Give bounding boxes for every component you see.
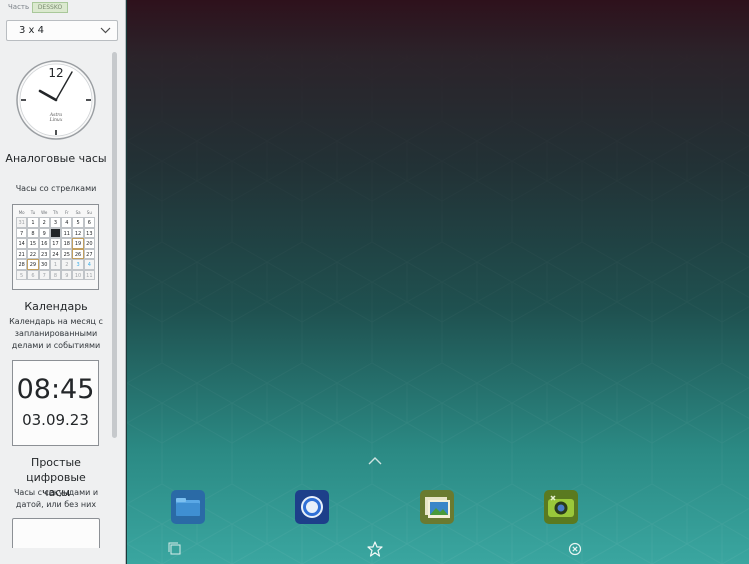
calendar-day: 7 [38, 269, 50, 280]
calendar-day: 20 [83, 238, 95, 249]
calendar-day: 30 [38, 259, 50, 270]
calendar-weekday: Sa [75, 210, 81, 215]
hint-badge: DESSKO [32, 2, 68, 13]
calendar-day: 4 [83, 259, 95, 270]
calendar-weekday: Tu [30, 210, 36, 215]
widget-preview-next[interactable] [12, 518, 100, 548]
calendar-weekday: Fr [64, 210, 69, 215]
widget-title-analog-clock: Аналоговые часы [5, 152, 107, 165]
favorites-star-icon[interactable] [367, 541, 383, 557]
panel-scrollbar[interactable] [112, 52, 117, 438]
wallpaper-pattern [127, 0, 749, 564]
calendar-day: 11 [61, 227, 73, 238]
calendar-weekday-header: Mo Tu We Th Fr Sa Su [16, 208, 95, 217]
digital-clock-preview: 08:45 03.09.23 [12, 360, 99, 446]
expand-up-icon[interactable] [367, 455, 383, 467]
calendar-weekday: Th [53, 210, 58, 215]
calendar-day: 10 [72, 269, 84, 280]
analog-clock-preview: 12 Astra Linux [16, 60, 96, 140]
calendar-day: 29 [27, 259, 39, 270]
widget-desc-analog-clock: Часы со стрелками [15, 184, 97, 193]
digital-clock-date: 03.09.23 [22, 411, 89, 429]
calendar-day: 14 [16, 238, 28, 249]
calendar-day: 8 [49, 269, 62, 280]
widget-title-calendar: Календарь [24, 300, 88, 313]
chevron-down-icon [100, 27, 111, 34]
calendar-day: 22 [27, 248, 39, 259]
calendar-weekday: We [41, 210, 48, 215]
clock-brand-line2: Linux [49, 117, 63, 123]
calendar-day: 25 [61, 248, 73, 259]
calendar-day: 6 [27, 269, 39, 280]
calendar-day: 5 [72, 217, 84, 228]
calendar-day: 7 [16, 227, 28, 238]
calendar-day: 2 [38, 217, 50, 228]
calendar-day: 23 [38, 248, 50, 259]
calendar-weekday: Su [86, 210, 92, 215]
browser-icon[interactable] [294, 489, 330, 525]
widget-desc-digital-clock: Часы с секундами и датой, или без них [13, 488, 99, 509]
calendar-weekday: Mo [18, 210, 25, 215]
calendar-day: 27 [83, 248, 95, 259]
image-viewer-icon[interactable] [419, 489, 455, 525]
calendar-day: 3 [49, 217, 62, 228]
calendar-day: 21 [16, 248, 28, 259]
file-manager-icon[interactable] [170, 489, 206, 525]
camera-icon[interactable] [543, 489, 579, 525]
calendar-day: 19 [72, 238, 84, 249]
clock-numeral: 12 [48, 66, 63, 80]
hint-label: Часть [8, 3, 30, 11]
calendar-day: 2 [61, 259, 73, 270]
calendar-day: 10 [49, 227, 62, 238]
calendar-day: 5 [16, 269, 28, 280]
calendar-day-grid: 31 1 2 3 4 5 6 7 8 9 10 11 12 13 14 15 16 17 18 19 20 21 22 23 2… [16, 217, 95, 280]
calendar-day: 15 [27, 238, 39, 249]
calendar-day: 1 [49, 259, 62, 270]
calendar-day: 17 [49, 238, 62, 249]
calendar-day: 3 [72, 259, 84, 270]
grid-size-select[interactable]: 3 x 4 [6, 20, 118, 41]
grid-size-value: 3 x 4 [19, 25, 44, 36]
desktop-area[interactable] [127, 0, 749, 564]
calendar-day: 6 [83, 217, 95, 228]
calendar-day: 31 [16, 217, 28, 228]
panel-header: Часть DESSKO [0, 0, 126, 16]
calendar-day: 12 [72, 227, 84, 238]
calendar-day: 18 [61, 238, 73, 249]
calendar-day: 9 [61, 269, 73, 280]
calendar-day: 9 [38, 227, 50, 238]
calendar-day: 11 [83, 269, 95, 280]
calendar-day: 28 [16, 259, 28, 270]
calendar-day: 13 [83, 227, 95, 238]
calendar-day: 4 [61, 217, 73, 228]
multitask-icon[interactable] [167, 541, 183, 557]
close-circle-icon[interactable] [567, 541, 583, 557]
calendar-preview: Mo Tu We Th Fr Sa Su 31 1 2 3 4 5 6 7 8 9 10 11 12 13 14 15 16… [12, 204, 99, 290]
calendar-day: 24 [49, 248, 62, 259]
calendar-day: 1 [27, 217, 39, 228]
digital-clock-time: 08:45 [16, 374, 95, 405]
calendar-day: 26 [72, 248, 84, 259]
widgets-panel: Часть DESSKO 3 x 4 12 Astra Linux Аналог… [0, 0, 126, 564]
calendar-day: 8 [27, 227, 39, 238]
calendar-day: 16 [38, 238, 50, 249]
widget-desc-calendar: Календарь на месяц с запланированными де… [9, 317, 103, 350]
